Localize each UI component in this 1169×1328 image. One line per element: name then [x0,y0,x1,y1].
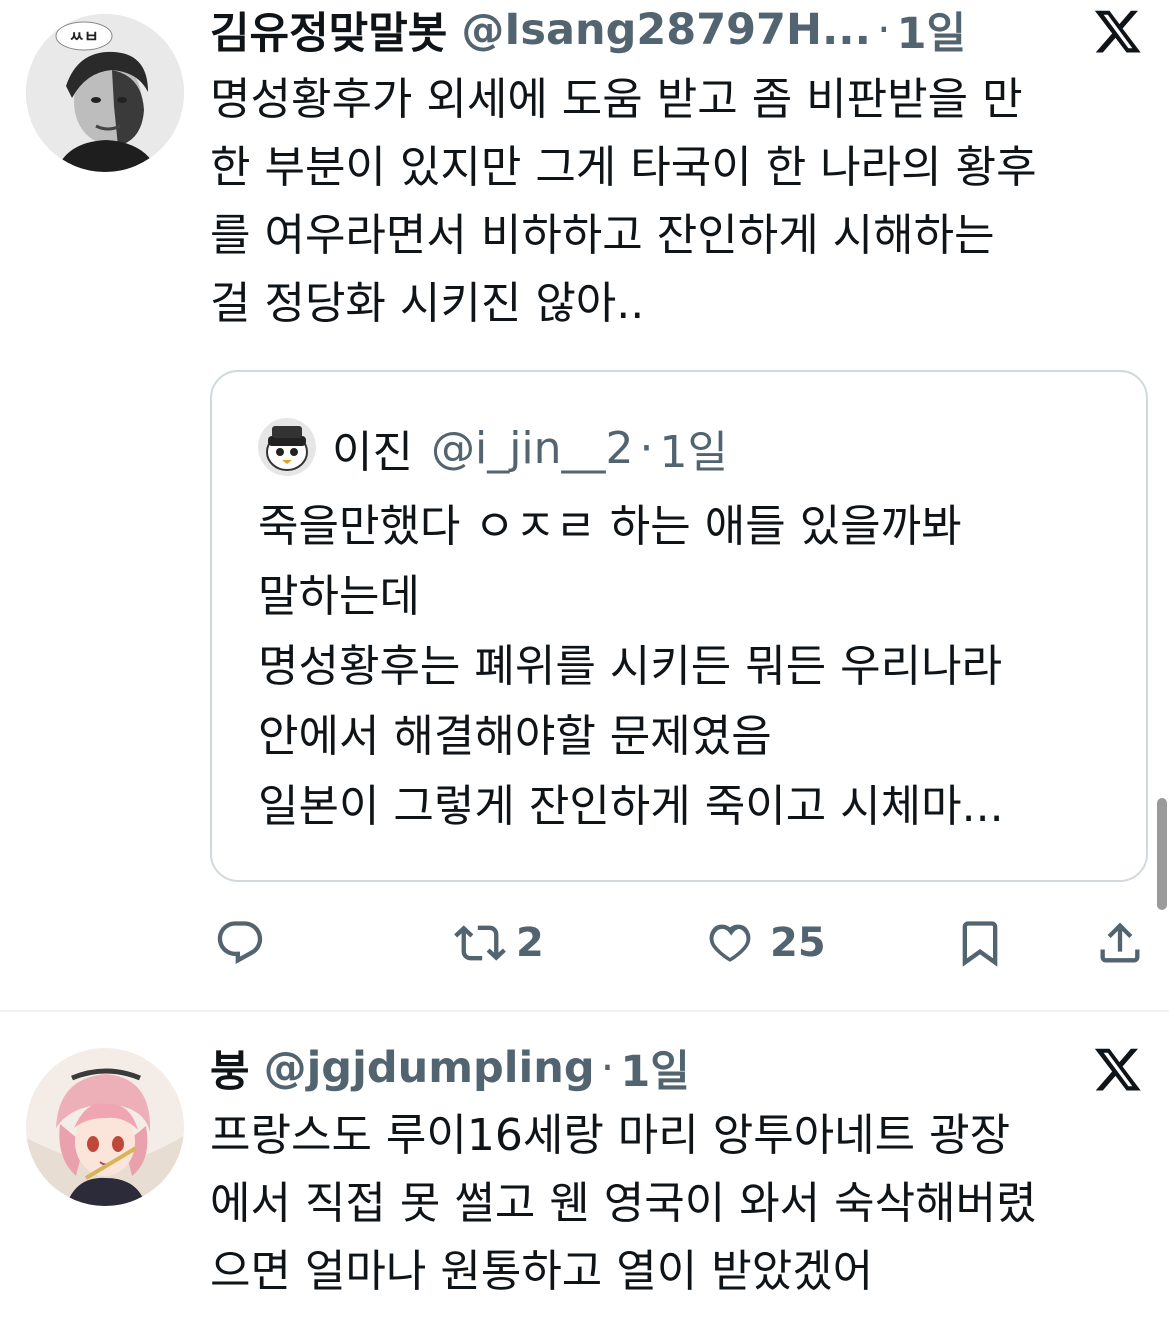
quote-timestamp[interactable]: 1일 [660,416,728,480]
tweet-header: 붕 @jgjdumpling · 1일 [210,1038,690,1098]
scrollbar[interactable] [1157,798,1167,910]
timestamp[interactable]: 1일 [897,0,966,61]
bookmark-button[interactable] [954,917,1006,969]
quoted-tweet[interactable]: 이진 @i_jin__2 · 1일 죽을만했다 ㅇㅈㄹ 하는 애들 있을까봐 말… [210,370,1148,882]
retweet-icon [454,925,506,961]
quote-avatar[interactable] [258,418,316,476]
user-handle[interactable]: @Isang28797H... [461,5,871,55]
heart-icon [709,924,751,962]
tweet-header: 김유정맞말봇 @Isang28797H... · 1일 [210,0,966,60]
reply-button[interactable] [214,917,266,969]
x-logo-icon [1093,6,1143,56]
separator-dot: · [876,5,891,55]
avatar[interactable]: ㅆㅂ [26,14,184,172]
avatar[interactable] [26,1048,184,1206]
like-count: 25 [770,920,826,966]
timestamp[interactable]: 1일 [620,1037,689,1099]
tweet[interactable]: ㅆㅂ 김유정맞말봇 @Isang28797H... · 1일 명성황후가 외세에… [0,0,1169,1010]
bookmark-icon [962,921,998,967]
retweet-button[interactable]: 2 [454,917,544,969]
x-logo-icon [1093,1044,1143,1094]
quote-display-name[interactable]: 이진 [332,416,413,480]
tweet[interactable]: 붕 @jgjdumpling · 1일 프랑스도 루이16세랑 마리 앙투아네트… [0,1012,1169,1328]
tweet-actions: 2 25 [210,905,1150,985]
svg-text:ㅆㅂ: ㅆㅂ [69,27,98,46]
like-button[interactable]: 25 [704,917,826,969]
display-name[interactable]: 붕 [210,1037,250,1099]
share-icon [1100,922,1140,963]
retweet-count: 2 [516,920,544,966]
tweet-text: 명성황후가 외세에 도움 받고 좀 비판받을 만 한 부분이 있지만 그게 타국… [210,74,1037,329]
separator-dot: · [639,422,654,474]
quote-header: 이진 @i_jin__2 · 1일 [332,416,728,480]
display-name[interactable]: 김유정맞말봇 [210,0,447,61]
quote-text: 죽을만했다 ㅇㅈㄹ 하는 애들 있을까봐 말하는데 명성황후는 폐위를 시키든 … [258,501,1004,832]
quote-user-handle[interactable]: @i_jin__2 [431,423,634,474]
user-handle[interactable]: @jgjdumpling [264,1043,595,1093]
reply-icon [217,921,263,964]
separator-dot: · [600,1043,615,1093]
share-button[interactable] [1094,917,1146,969]
tweet-text: 프랑스도 루이16세랑 마리 앙투아네트 광장 에서 직접 못 썰고 웬 영국이… [210,1110,1037,1297]
